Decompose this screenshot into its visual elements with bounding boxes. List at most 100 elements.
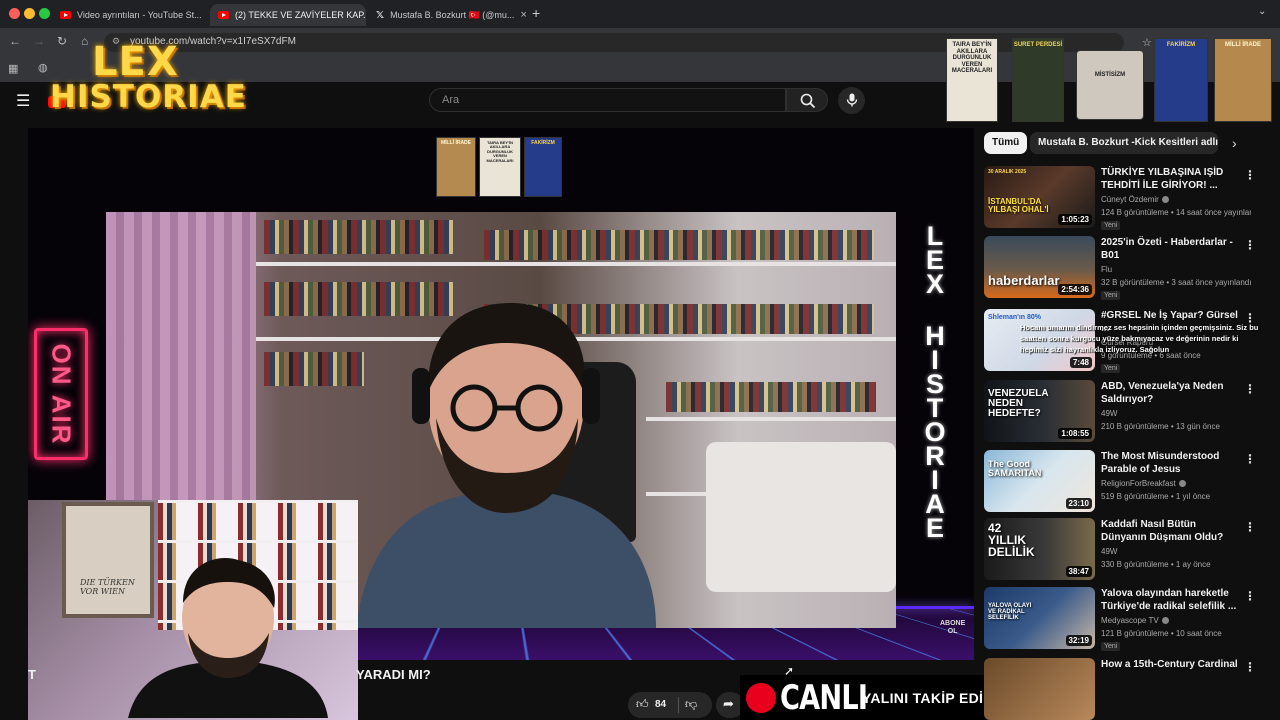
- video-thumbnail[interactable]: VENEZUELA NEDEN HEDEFTE? 1:08:55: [984, 380, 1095, 442]
- browser-tab-bar: Video ayrıntıları - YouTube St... × (2) …: [0, 0, 1280, 28]
- new-badge: Yeni: [1101, 221, 1121, 230]
- more-options-icon[interactable]: ⋮: [1244, 452, 1256, 466]
- thumb-caption: haberdarlar: [988, 273, 1060, 288]
- recommended-video[interactable]: 30 ARALIK 2025 İSTANBUL'DA YILBAŞI OHAL'…: [984, 166, 1256, 234]
- video-title[interactable]: The Most Misunderstood Parable of Jesus: [1101, 450, 1239, 476]
- book-title: TAIRA BEY'İN AKILLARA DURGUNLUK VEREN MA…: [486, 140, 514, 163]
- menu-hamburger-icon[interactable]: ☰: [16, 91, 30, 111]
- streamer-main: [356, 303, 656, 628]
- video-duration: 1:05:23: [1058, 214, 1092, 225]
- voice-search-button[interactable]: [838, 87, 865, 114]
- channel-name[interactable]: 49W: [1101, 409, 1117, 418]
- channel-name[interactable]: Medyascope TV: [1101, 616, 1169, 625]
- book-title: FAKİRİZM: [1166, 42, 1196, 48]
- like-button[interactable]: 👍︎: [636, 697, 649, 712]
- more-options-icon[interactable]: ⋮: [1244, 660, 1256, 674]
- video-title[interactable]: 2025'in Özeti - Haberdarlar - B01: [1101, 236, 1239, 262]
- maximize-window-button[interactable]: [39, 8, 50, 19]
- recommended-video[interactable]: YALOVA OLAYI VE RADİKAL SELEFİLİK 32:19 …: [984, 587, 1256, 651]
- streamer-webcam: [128, 557, 328, 718]
- shelf-board: [256, 262, 896, 266]
- on-air-text: ON AIR: [46, 342, 77, 446]
- thumb-caption: The Good SAMARITAN: [988, 459, 1042, 478]
- bookshelf-row: [666, 382, 876, 412]
- forward-arrow-icon[interactable]: →: [33, 34, 45, 48]
- video-title[interactable]: ABD, Venezuela'ya Neden Saldırıyor?: [1101, 380, 1239, 406]
- video-title[interactable]: TÜRKİYE YILBAŞINA IŞİD TEHDİTİ İLE GİRİY…: [1101, 166, 1239, 192]
- video-thumbnail[interactable]: YALOVA OLAYI VE RADİKAL SELEFİLİK 32:19: [984, 587, 1095, 649]
- book-title: MİLLİ İRADE: [441, 140, 471, 146]
- video-duration: 1:08:55: [1058, 428, 1092, 439]
- logo-line1: LEX: [92, 39, 179, 85]
- more-options-icon[interactable]: ⋮: [1244, 382, 1256, 396]
- new-badge: Yeni: [1101, 642, 1121, 651]
- close-window-button[interactable]: [9, 8, 20, 19]
- browser-tab[interactable]: Video ayrıntıları - YouTube St... ×: [52, 4, 208, 26]
- new-badge: Yeni: [1101, 364, 1121, 373]
- recommended-video[interactable]: 42 YILLIK DELİLİK 38:47 Kaddafi Nasıl Bü…: [984, 518, 1256, 582]
- book-cover: TAIRA BEY'İN AKILLARA DURGUNLUK VEREN MA…: [479, 137, 521, 197]
- globe-icon[interactable]: ◍: [38, 61, 48, 74]
- video-duration: 38:47: [1065, 566, 1092, 577]
- book-cover: MİLLİ İRADE: [436, 137, 476, 197]
- book-title: SURET PERDESİ: [1013, 42, 1063, 48]
- video-meta: 124 B görüntüleme • 14 saat önce yayınla…: [1101, 208, 1251, 217]
- search-icon: [800, 93, 816, 109]
- recommended-video[interactable]: VENEZUELA NEDEN HEDEFTE? 1:08:55 ABD, Ve…: [984, 380, 1256, 444]
- channel-name[interactable]: 49W: [1101, 547, 1117, 556]
- browser-tab[interactable]: 𝕏 Mustafa B. Bozkurt 🇹🇷 (@mu... ×: [368, 4, 526, 26]
- apps-grid-icon[interactable]: ▦: [8, 62, 18, 75]
- video-thumbnail[interactable]: 42 YILLIK DELİLİK 38:47: [984, 518, 1095, 580]
- video-thumbnail[interactable]: haberdarlar 2:54:36: [984, 236, 1095, 298]
- browser-tab-active[interactable]: (2) TEKKE VE ZAVİYELER KAP... ×: [210, 4, 366, 26]
- dislike-button[interactable]: 👎︎: [685, 697, 697, 712]
- tab-title: Video ayrıntıları - YouTube St...: [77, 10, 202, 20]
- new-tab-button[interactable]: +: [532, 5, 540, 21]
- thumb-tag: 30 ARALIK 2025: [988, 169, 1027, 175]
- video-thumbnail[interactable]: The Good SAMARITAN 23:10: [984, 450, 1095, 512]
- tab-search-icon[interactable]: ⌄: [1258, 6, 1266, 17]
- minimize-window-button[interactable]: [24, 8, 35, 19]
- recommended-video[interactable]: haberdarlar 2:54:36 2025'in Özeti - Habe…: [984, 236, 1256, 304]
- book-cover: FAKİRİZM: [524, 137, 562, 197]
- recommended-video[interactable]: How a 15th-Century Cardinal ⋮: [984, 658, 1256, 720]
- more-options-icon[interactable]: ⋮: [1244, 589, 1256, 603]
- bookshelf-row: [264, 220, 454, 254]
- video-title[interactable]: Yalova olayından hareketle Türkiye'de ra…: [1101, 587, 1239, 613]
- video-title[interactable]: How a 15th-Century Cardinal: [1101, 658, 1239, 671]
- channel-name[interactable]: ReligionForBreakfast: [1101, 479, 1186, 488]
- chip-channel-uploads[interactable]: Mustafa B. Bozkurt -Kick Kesitleri adlı …: [1030, 132, 1218, 154]
- verified-icon: [1178, 480, 1186, 487]
- bookmark-star-icon[interactable]: ☆: [1142, 36, 1152, 49]
- channel-name[interactable]: Flu: [1101, 265, 1112, 274]
- video-title[interactable]: Kaddafi Nasıl Bütün Dünyanın Düşmanı Old…: [1101, 518, 1239, 544]
- more-options-icon[interactable]: ⋮: [1244, 520, 1256, 534]
- search-button[interactable]: [786, 88, 828, 112]
- close-tab-icon[interactable]: ×: [520, 9, 526, 21]
- video-meta: 210 B görüntüleme • 13 gün önce: [1101, 422, 1220, 431]
- chevron-right-icon[interactable]: ›: [1232, 135, 1237, 151]
- channel-name[interactable]: Cüneyt Özdemir: [1101, 195, 1169, 204]
- microphone-icon: [846, 93, 858, 107]
- video-thumbnail[interactable]: [984, 658, 1095, 720]
- lex-historiae-logo: LEX HISTORIAE: [50, 39, 246, 113]
- video-thumbnail[interactable]: 30 ARALIK 2025 İSTANBUL'DA YILBAŞI OHAL'…: [984, 166, 1095, 228]
- like-count: 84: [655, 699, 667, 710]
- thumb-caption: 42 YILLIK DELİLİK: [988, 521, 1035, 559]
- video-title-prefix: T: [28, 667, 36, 682]
- channel-text: Cüneyt Özdemir: [1101, 195, 1159, 204]
- chip-all[interactable]: Tümü: [984, 132, 1028, 154]
- back-arrow-icon[interactable]: ←: [9, 34, 21, 48]
- book-cover: MİSTİSİZM: [1076, 50, 1144, 120]
- thumb-caption: YALOVA OLAYI VE RADİKAL SELEFİLİK: [988, 603, 1032, 621]
- x-icon: 𝕏: [376, 9, 385, 21]
- video-meta: 519 B görüntüleme • 1 yıl önce: [1101, 492, 1211, 501]
- verified-icon: [1161, 196, 1169, 203]
- more-options-icon[interactable]: ⋮: [1244, 168, 1256, 182]
- bookshelf-row: [264, 352, 364, 386]
- search-input[interactable]: Ara: [429, 88, 786, 112]
- new-badge: Yeni: [1101, 291, 1121, 300]
- book-title: MİLLİ İRADE: [1225, 42, 1261, 48]
- more-options-icon[interactable]: ⋮: [1244, 238, 1256, 252]
- recommended-video[interactable]: The Good SAMARITAN 23:10 The Most Misund…: [984, 450, 1256, 514]
